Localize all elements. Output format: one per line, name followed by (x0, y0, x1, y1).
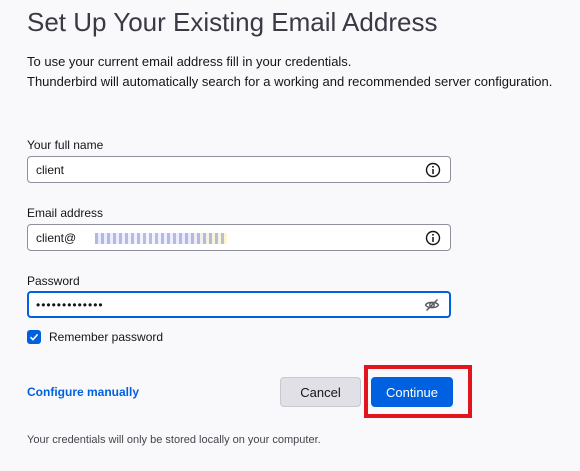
password-label: Password (27, 274, 80, 288)
full-name-field[interactable] (27, 156, 451, 183)
cancel-button[interactable]: Cancel (280, 377, 361, 407)
configure-manually-link[interactable]: Configure manually (27, 385, 139, 399)
info-icon[interactable] (425, 162, 441, 178)
checkmark-icon (29, 333, 39, 341)
password-field[interactable] (27, 291, 451, 318)
full-name-input[interactable] (36, 157, 416, 182)
continue-highlight-box (364, 365, 472, 418)
footer-note: Your credentials will only be stored loc… (27, 434, 321, 446)
info-icon[interactable] (425, 230, 441, 246)
intro-line-2: Thunderbird will automatically search fo… (27, 74, 553, 89)
intro-line-1: To use your current email address fill i… (27, 54, 352, 69)
password-input[interactable] (36, 293, 416, 316)
full-name-label: Your full name (27, 138, 104, 152)
email-label: Email address (27, 206, 104, 220)
remember-password-row[interactable]: Remember password (27, 329, 163, 345)
page-title: Set Up Your Existing Email Address (27, 7, 438, 37)
remember-password-label[interactable]: Remember password (49, 330, 163, 344)
redacted-domain (95, 233, 227, 244)
eye-slash-icon[interactable] (424, 297, 440, 313)
email-setup-page: Set Up Your Existing Email Address To us… (0, 0, 580, 471)
remember-password-checkbox[interactable] (27, 330, 41, 344)
email-field[interactable] (27, 224, 451, 251)
intro-text: To use your current email address fill i… (27, 52, 552, 92)
